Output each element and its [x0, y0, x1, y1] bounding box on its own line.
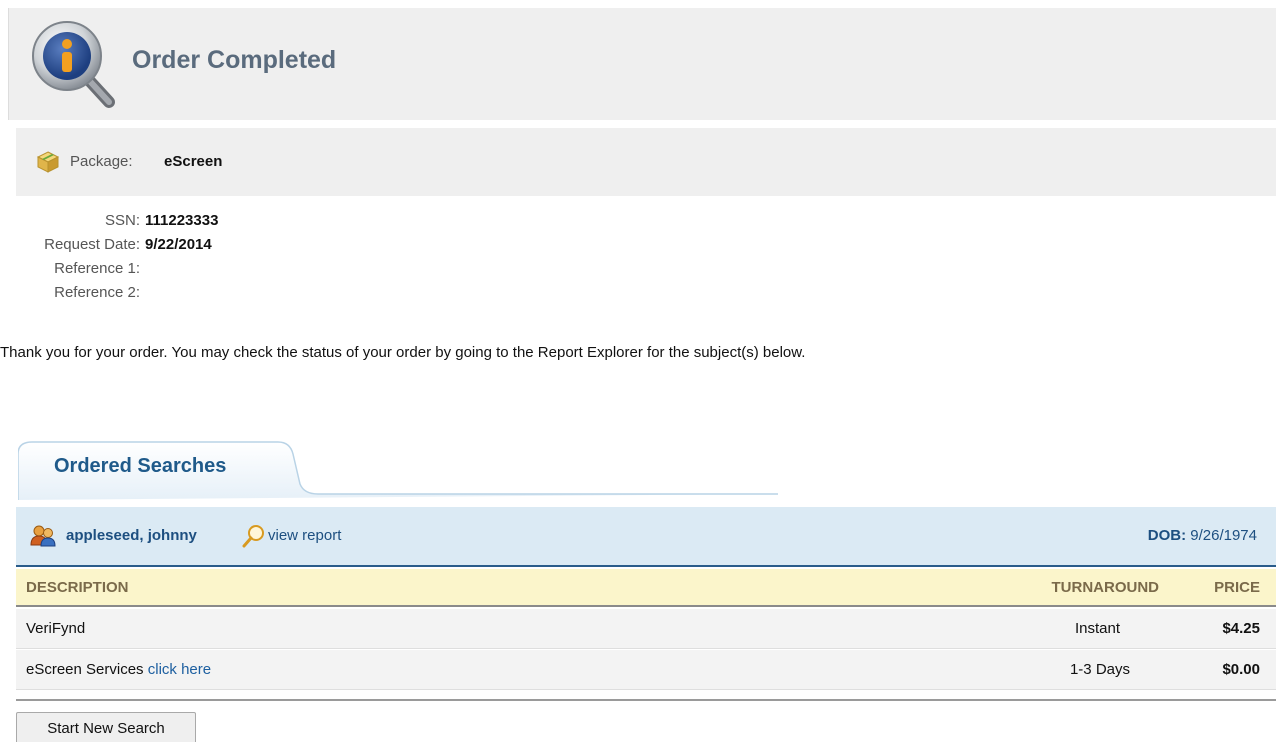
row-turnaround: 1-3 Days: [1069, 661, 1130, 678]
column-header-turnaround: TURNAROUND: [1051, 579, 1160, 596]
info-magnifier-icon: [32, 21, 115, 108]
row-description: eScreen Services click here: [26, 661, 211, 678]
table-header: DESCRIPTION TURNAROUND PRICE: [16, 569, 1276, 607]
view-report-link[interactable]: view report: [268, 527, 341, 544]
people-icon: [30, 525, 56, 547]
dob: DOB: 9/26/1974: [1148, 527, 1257, 544]
subject-name[interactable]: appleseed, johnny: [66, 527, 197, 544]
column-header-price: PRICE: [1214, 579, 1260, 596]
confirmation-message: Thank you for your order. You may check …: [0, 344, 806, 361]
request-date-value: 9/22/2014: [145, 236, 212, 253]
table-row: VeriFynd Instant $4.25: [16, 609, 1276, 649]
page-title: Order Completed: [132, 46, 337, 74]
page-header: Order Completed: [8, 8, 1276, 120]
package-bar: Package: eScreen: [16, 128, 1276, 196]
row-description: VeriFynd: [26, 620, 86, 637]
start-new-search-button[interactable]: Start New Search: [16, 712, 196, 742]
reference-2-label: Reference 2:: [54, 284, 140, 301]
dob-value: 9/26/1974: [1190, 527, 1257, 544]
reference-1-label: Reference 1:: [54, 260, 140, 277]
ssn-value: 111223333: [145, 212, 219, 229]
subject-bar: appleseed, johnny view report DOB: 9/26/…: [16, 507, 1276, 567]
table-divider: [16, 699, 1276, 701]
tab-ordered-searches[interactable]: Ordered Searches: [54, 455, 226, 478]
dob-label: DOB:: [1147, 527, 1187, 544]
package-name: eScreen: [164, 153, 223, 170]
request-date-label: Request Date:: [44, 236, 140, 253]
row-turnaround: Instant: [1074, 620, 1120, 637]
table-row: eScreen Services click here 1-3 Days $0.…: [16, 650, 1276, 690]
row-price: $4.25: [1222, 620, 1260, 637]
column-header-description: DESCRIPTION: [26, 579, 129, 596]
package-label: Package:: [70, 153, 133, 170]
row-description-text: eScreen Services: [26, 661, 144, 678]
package-box-icon: [36, 151, 60, 173]
click-here-link[interactable]: click here: [148, 661, 211, 678]
ssn-label: SSN:: [104, 212, 140, 229]
row-price: $0.00: [1222, 661, 1260, 678]
ordered-searches-tab-strip: Ordered Searches: [18, 440, 1276, 500]
magnifier-icon[interactable]: [241, 523, 267, 549]
